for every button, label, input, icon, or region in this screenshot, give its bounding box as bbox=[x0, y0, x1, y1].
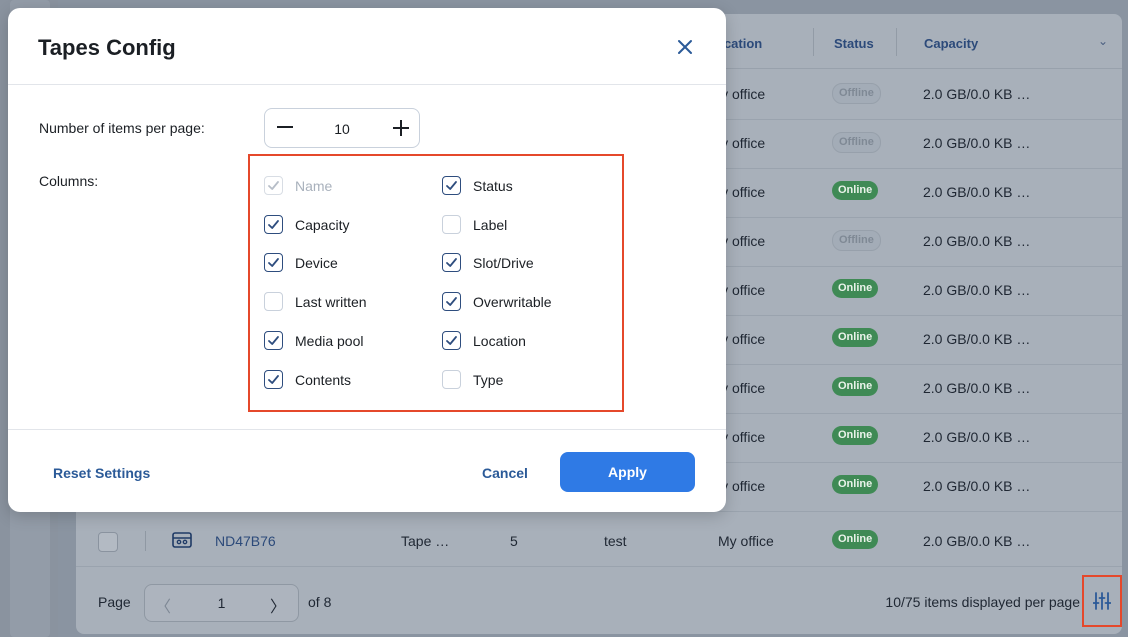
checkmark-icon bbox=[268, 258, 279, 268]
cell-capacity: 2.0 GB/0.0 KB … bbox=[923, 184, 1031, 200]
page-selector[interactable]: 〈 1 〉 bbox=[144, 584, 299, 622]
checkmark-icon bbox=[268, 335, 279, 345]
column-option-label: Device bbox=[295, 255, 338, 272]
checkbox[interactable] bbox=[264, 214, 283, 234]
columns-label: Columns: bbox=[39, 173, 99, 189]
cell-capacity: 2.0 GB/0.0 KB … bbox=[923, 233, 1031, 249]
cell-capacity: 2.0 GB/0.0 KB … bbox=[923, 282, 1031, 298]
row-checkbox[interactable] bbox=[98, 532, 118, 552]
status-badge: Online bbox=[832, 530, 879, 549]
page-count: of 8 bbox=[308, 594, 332, 610]
status-badge: Offline bbox=[832, 132, 881, 153]
cell-location: My office bbox=[718, 533, 774, 549]
column-option-label: Type bbox=[473, 371, 504, 388]
dialog-title: Tapes Config bbox=[38, 35, 176, 60]
apply-button[interactable]: Apply bbox=[560, 452, 695, 492]
column-option-label: Name bbox=[295, 178, 333, 194]
checkmark-icon bbox=[446, 258, 457, 268]
status-badge: Offline bbox=[832, 83, 881, 104]
cell-slot: 5 bbox=[510, 533, 518, 549]
status-badge: Online bbox=[832, 475, 879, 494]
cell-capacity: 2.0 GB/0.0 KB … bbox=[923, 331, 1031, 347]
cell-media-pool: test bbox=[604, 533, 627, 549]
cell-device: Tape … bbox=[401, 533, 450, 549]
close-icon bbox=[678, 40, 692, 54]
increment-button[interactable] bbox=[393, 119, 409, 137]
cell-capacity: 2.0 GB/0.0 KB … bbox=[923, 478, 1031, 494]
checkbox[interactable] bbox=[442, 330, 461, 350]
column-option-label: Capacity bbox=[295, 216, 350, 233]
checkmark-icon bbox=[446, 335, 457, 345]
checkbox bbox=[264, 176, 283, 195]
status-badge: Online bbox=[832, 426, 879, 445]
cancel-button[interactable]: Cancel bbox=[482, 465, 528, 481]
status-badge: Online bbox=[832, 181, 879, 200]
close-button[interactable] bbox=[670, 32, 700, 62]
column-option-label: Last written bbox=[295, 294, 367, 311]
next-page-icon[interactable]: 〉 bbox=[270, 593, 286, 617]
checkmark-icon bbox=[446, 297, 457, 306]
status-badge: Online bbox=[832, 328, 879, 347]
items-per-page-summary: 10/75 items displayed per page bbox=[885, 594, 1080, 610]
checkbox[interactable] bbox=[442, 176, 461, 195]
table-footer: Page 〈 1 〉 of 8 10/75 items displayed pe… bbox=[76, 562, 1122, 634]
page-label: Page bbox=[98, 594, 131, 610]
column-option-label: Contents bbox=[295, 371, 352, 388]
cell-capacity: 2.0 GB/0.0 KB … bbox=[923, 380, 1031, 396]
checkbox[interactable] bbox=[442, 292, 461, 312]
items-per-page-stepper[interactable]: 10 bbox=[264, 108, 420, 148]
checkmark-icon bbox=[268, 181, 279, 190]
column-option-label: Media pool bbox=[295, 332, 364, 349]
cell-capacity: 2.0 GB/0.0 KB … bbox=[923, 135, 1031, 151]
checkmark-icon bbox=[446, 181, 457, 190]
cell-capacity: 2.0 GB/0.0 KB … bbox=[923, 533, 1031, 549]
column-settings-icon bbox=[1093, 592, 1111, 610]
checkbox[interactable] bbox=[264, 292, 283, 312]
chevron-down-icon[interactable]: ⌄ bbox=[1098, 34, 1108, 48]
reset-settings-button[interactable]: Reset Settings bbox=[53, 465, 150, 481]
checkbox[interactable] bbox=[442, 214, 461, 234]
column-header-capacity[interactable]: Capacity bbox=[924, 36, 978, 51]
cell-capacity: 2.0 GB/0.0 KB … bbox=[923, 429, 1031, 445]
column-option-label: Overwritable bbox=[473, 294, 552, 311]
items-per-page-label: Number of items per page: bbox=[39, 120, 205, 136]
checkbox[interactable] bbox=[264, 330, 283, 350]
checkbox[interactable] bbox=[264, 253, 283, 273]
table-row[interactable]: ND47B76 Tape … 5 test My office Online 2… bbox=[76, 517, 1122, 567]
status-badge: Offline bbox=[832, 230, 881, 251]
checkmark-icon bbox=[268, 219, 279, 229]
cell-capacity: 2.0 GB/0.0 KB … bbox=[923, 86, 1031, 102]
tape-name-link[interactable]: ND47B76 bbox=[215, 533, 276, 549]
status-badge: Online bbox=[832, 377, 879, 396]
checkbox[interactable] bbox=[264, 369, 283, 389]
tape-icon bbox=[172, 532, 192, 548]
status-badge: Online bbox=[832, 279, 879, 298]
column-option-label: Status bbox=[473, 178, 513, 194]
column-header-status[interactable]: Status bbox=[834, 36, 874, 51]
column-option-label: Slot/Drive bbox=[473, 255, 534, 272]
column-option-label: Label bbox=[473, 216, 508, 233]
tapes-config-dialog: Tapes Config Number of items per page: 1… bbox=[8, 8, 726, 512]
checkmark-icon bbox=[268, 374, 279, 384]
column-option-label: Location bbox=[473, 332, 526, 349]
checkbox[interactable] bbox=[442, 253, 461, 273]
column-settings-button[interactable] bbox=[1082, 575, 1122, 627]
checkbox[interactable] bbox=[442, 369, 461, 389]
